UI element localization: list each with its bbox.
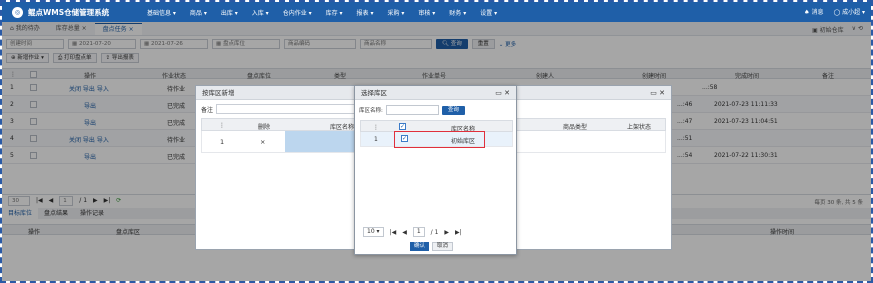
menu-goods[interactable]: 商品 ▾ [190,8,207,17]
area-name: 初始库区 [451,138,476,145]
dialog2-actions: 确认 取消 [410,242,454,251]
area-name-input[interactable] [385,105,439,115]
next-page-icon[interactable]: ▶ [444,229,449,236]
page-number-input[interactable]: 1 [412,227,425,237]
col-shelf-status: 上架状态 [627,124,652,131]
menu-stock[interactable]: 库存 ▾ [326,8,343,17]
cancel-button[interactable]: 取消 [432,242,454,251]
last-page-icon[interactable]: ▶| [455,229,462,236]
dialog1-title: 按库区新增 [202,89,235,97]
top-nav-bar: ◎ 鲲点WMS仓储管理系统 基础信息 ▾ 商品 ▾ 出库 ▾ 入库 ▾ 仓内作业 … [2,2,871,22]
app-title: 鲲点WMS仓储管理系统 [28,7,110,17]
first-page-icon[interactable]: |◀ [390,229,397,236]
menu-report[interactable]: 报表 ▾ [357,8,374,17]
dialog2-controls[interactable]: ▭ ✕ [495,86,510,100]
column-menu-icon[interactable]: ⋮ [373,124,379,131]
prev-page-icon[interactable]: ◀ [402,229,407,236]
dialog1-controls[interactable]: ▭ ✕ [650,86,665,100]
delete-row-icon[interactable]: × [260,138,265,146]
dialog2-title-bar: 选择库区 ▭ ✕ [355,86,516,100]
menu-audit[interactable]: 审核 ▾ [418,8,435,17]
search-label: 库区名称: [359,108,383,114]
page-total: / 1 [430,228,439,236]
select-all-checkbox[interactable]: ✓ [399,123,406,130]
user-menu[interactable]: ◯ 成小超 ▾ [833,7,865,16]
page-size-select[interactable]: 10 ▾ [363,227,384,237]
menu-basic[interactable]: 基础信息 ▾ [147,8,176,17]
messages-link[interactable]: ♠ 消息 [804,7,823,16]
menu-purchase[interactable]: 采购 ▾ [387,8,404,17]
select-area-dialog: 选择库区 ▭ ✕ 库区名称: 查询 ⋮ ✓ 库区名称 1 ✓ 初始库区 10 ▾ … [354,85,517,255]
note-input[interactable] [216,104,357,114]
confirm-button[interactable]: 确认 [410,242,430,251]
row-index: 1 [220,138,225,146]
area-option-row[interactable]: 1 ✓ 初始库区 [360,131,513,148]
note-label: 备注 [201,106,214,114]
note-row: 备注 [201,104,357,114]
area-select-table: ⋮ ✓ 库区名称 1 ✓ 初始库区 [360,120,513,148]
col-area-name: 库区名称 [330,124,355,131]
menu-inbound[interactable]: 入库 ▾ [252,8,269,17]
menu-warehouse-ops[interactable]: 仓内作业 ▾ [283,8,312,17]
col-delete: 删除 [258,124,271,131]
main-menu: 基础信息 ▾ 商品 ▾ 出库 ▾ 入库 ▾ 仓内作业 ▾ 库存 ▾ 报表 ▾ 采… [147,8,511,17]
dialog2-pager: 10 ▾ |◀ ◀ 1 / 1 ▶ ▶| [363,227,462,237]
dialog2-title: 选择库区 [361,89,387,97]
menu-finance[interactable]: 财务 ▾ [449,8,466,17]
column-menu-icon[interactable]: ⋮ [219,122,225,129]
area-search: 库区名称: 查询 [359,105,465,115]
row-index: 1 [374,136,378,143]
menu-settings[interactable]: 设置 ▾ [480,8,497,17]
menu-outbound[interactable]: 出库 ▾ [221,8,238,17]
app-logo[interactable]: ◎ 鲲点WMS仓储管理系统 [2,6,147,18]
row-checkbox[interactable]: ✓ [401,135,408,142]
col-goods-type: 商品类型 [563,124,588,131]
area-search-button[interactable]: 查询 [441,105,465,115]
avatar-icon: ◯ [833,9,843,16]
logo-icon: ◎ [12,6,23,18]
